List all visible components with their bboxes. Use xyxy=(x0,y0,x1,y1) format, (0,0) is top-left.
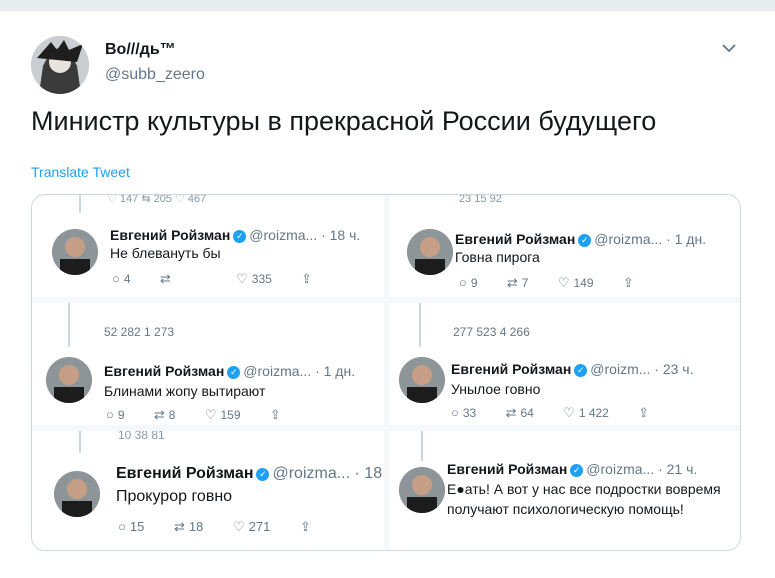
verified-icon: ✓ xyxy=(574,364,588,377)
retweet-icon: ⇄ xyxy=(506,275,518,290)
screenshot-text: Не блевануть бы xyxy=(110,245,221,261)
tweet-card: Во///дь™ @subb_zeero Министр культуры в … xyxy=(0,10,775,578)
author-name: Евгений Ройзман xyxy=(104,363,225,379)
tweet-image-collage[interactable]: ♡ 147 ⇆ 205 ♡ 467 Евгений Ройзман ✓ @roizm… xyxy=(31,194,741,551)
share-icon: ⇪ xyxy=(301,271,313,286)
share-icon: ⇪ xyxy=(638,405,650,420)
retweet-icon: ⇄ xyxy=(159,271,171,286)
verified-icon: ✓ xyxy=(570,464,584,477)
translate-tweet-link[interactable]: Translate Tweet xyxy=(31,164,130,180)
avatar xyxy=(399,467,445,513)
action-row: ○ 4 ⇄ ♡ 335 ⇪ xyxy=(112,271,313,286)
author-name: Евгений Ройзман xyxy=(447,461,568,477)
chevron-down-icon[interactable] xyxy=(718,37,740,59)
cut-counts: 23 15 92 xyxy=(459,195,502,205)
author-name: Евгений Ройзман xyxy=(110,227,231,243)
verified-icon: ✓ xyxy=(256,468,270,481)
user-avatar[interactable] xyxy=(31,36,89,94)
screenshot-6: Евгений Ройзман ✓ @roizma... · 21 ч. Е●ать… xyxy=(389,431,740,550)
screenshot-text: Унылое говно xyxy=(451,381,541,397)
retweet-icon: ⇄ xyxy=(173,519,185,534)
reply-icon: ○ xyxy=(451,405,459,420)
reply-icon: ○ xyxy=(106,407,114,422)
share-icon: ⇪ xyxy=(299,519,311,534)
screenshot-3: 52 282 1 273 Евгений Ройзман ✓ @roizma... … xyxy=(32,303,384,425)
author-name: Евгений Ройзман xyxy=(451,361,572,377)
action-row: ○ 15 ⇄ 18 ♡ 271 ⇪ xyxy=(118,519,311,534)
author-name: Евгений Ройзман xyxy=(116,465,254,482)
author-meta: @roizm... · 23 ч. xyxy=(590,361,694,377)
screenshot-header: Евгений Ройзман ✓ @roizma... · 18 xyxy=(116,465,382,483)
verified-icon: ✓ xyxy=(233,230,247,243)
screenshot-header: Евгений Ройзман ✓ @roizm... · 23 ч. xyxy=(451,361,694,377)
like-icon: ♡ xyxy=(204,407,217,422)
share-icon: ⇪ xyxy=(622,275,634,290)
screenshot-5: 10 38 81 Евгений Ройзман ✓ @roizma... · 18… xyxy=(32,431,384,550)
author-meta: @roizma... · 18 xyxy=(272,465,383,482)
screenshot-2: 23 15 92 Евгений Ройзман ✓ @roizma... · 1 … xyxy=(389,195,740,297)
avatar xyxy=(407,229,453,275)
screenshot-header: Евгений Ройзман ✓ @roizma... · 18 ч. xyxy=(110,227,360,243)
author-meta: @roizma... · 1 дн. xyxy=(243,363,356,379)
avatar xyxy=(399,357,445,403)
screenshot-text: Говна пирога xyxy=(455,249,540,265)
action-row: ○ 9 ⇄ 8 ♡ 159 ⇪ xyxy=(106,407,281,422)
screenshot-header: Евгений Ройзман ✓ @roizma... · 1 дн. xyxy=(455,231,706,247)
top-count-row: 52 282 1 273 xyxy=(104,325,175,339)
screenshot-text: Прокурор говно xyxy=(116,488,233,505)
screenshot-1: ♡ 147 ⇆ 205 ♡ 467 Евгений Ройзман ✓ @roizm… xyxy=(32,195,384,297)
author-meta: @roizma... · 21 ч. xyxy=(586,461,698,477)
reply-icon: ○ xyxy=(112,271,120,286)
top-count-row: 277 523 4 266 xyxy=(453,325,530,339)
like-icon: ♡ xyxy=(557,275,570,290)
screenshot-header: Евгений Ройзман ✓ @roizma... · 21 ч. xyxy=(447,461,697,477)
reply-icon: ○ xyxy=(118,519,126,534)
author-meta: @roizma... · 1 дн. xyxy=(594,231,707,247)
like-icon: ♡ xyxy=(236,271,248,286)
author-name: Евгений Ройзман xyxy=(455,231,576,247)
display-name[interactable]: Во///дь™ xyxy=(105,41,176,59)
avatar xyxy=(46,357,92,403)
tweet-text: Министр культуры в прекрасной России буд… xyxy=(31,106,657,136)
like-icon: ♡ xyxy=(232,519,245,534)
user-handle[interactable]: @subb_zeero xyxy=(105,66,205,84)
share-icon: ⇪ xyxy=(269,407,281,422)
retweet-icon: ⇄ xyxy=(505,405,517,420)
retweet-icon: ⇄ xyxy=(153,407,165,422)
action-row: ○ 33 ⇄ 64 ♡ 1 422 ⇪ xyxy=(451,405,650,420)
screenshot-4: 277 523 4 266 Евгений Ройзман ✓ @roizm... … xyxy=(389,303,740,425)
screenshot-header: Евгений Ройзман ✓ @roizma... · 1 дн. xyxy=(104,363,355,379)
reply-icon: ○ xyxy=(459,275,467,290)
verified-icon: ✓ xyxy=(227,366,241,379)
like-icon: ♡ xyxy=(563,405,575,420)
author-meta: @roizma... · 18 ч. xyxy=(249,227,361,243)
action-row: ○ 9 ⇄ 7 ♡ 149 ⇪ xyxy=(459,275,634,290)
avatar xyxy=(54,471,100,517)
avatar xyxy=(52,229,98,275)
verified-icon: ✓ xyxy=(578,234,592,247)
cut-counts: 10 38 81 xyxy=(118,431,165,442)
screenshot-text: Блинами жопу вытирают xyxy=(104,383,266,399)
cut-counts: ♡ 147 ⇆ 205 ♡ 467 xyxy=(107,195,207,205)
screenshot-text: Е●ать! А вот у нас все подростки вовремя… xyxy=(447,481,721,517)
